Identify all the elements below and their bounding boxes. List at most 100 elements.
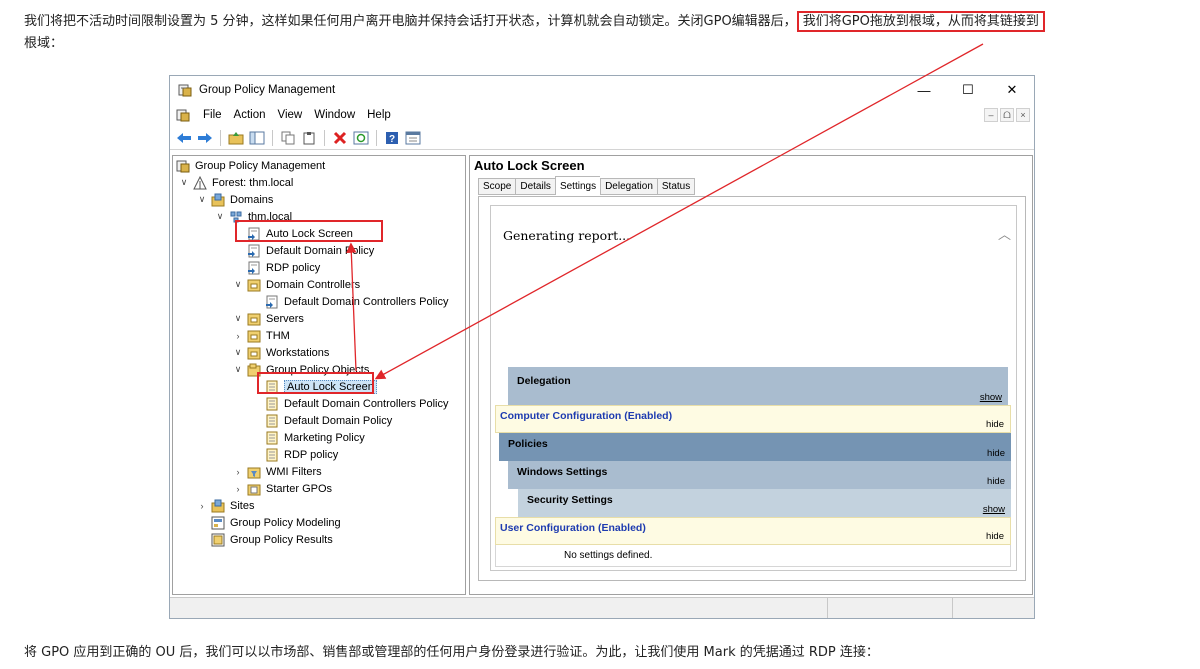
expand-chevron-icon[interactable]: ∨ <box>196 194 208 205</box>
hide-link[interactable]: hide <box>986 531 1004 542</box>
section-label: Policies <box>508 438 548 450</box>
forward-arrow-icon[interactable] <box>196 129 214 147</box>
mdi-close-button[interactable]: × <box>1016 108 1030 122</box>
collapse-chevron-icon[interactable]: › <box>232 467 244 477</box>
show-hide-tree-icon[interactable] <box>248 129 266 147</box>
gpo-icon <box>265 448 279 462</box>
paragraph-text-continued: 根域： <box>24 36 64 51</box>
maximize-button[interactable]: ☐ <box>946 76 990 104</box>
tab-scope[interactable]: Scope <box>478 178 516 195</box>
expand-chevron-icon[interactable]: ∨ <box>178 177 190 188</box>
tab-strip: Scope Details Settings Delegation Status <box>478 176 696 195</box>
show-link[interactable]: show <box>980 392 1002 403</box>
tree-item-sites[interactable]: › Sites <box>196 497 254 514</box>
gpo-folder-icon <box>247 363 261 377</box>
show-link[interactable]: show <box>983 504 1005 515</box>
properties-icon[interactable] <box>404 129 422 147</box>
expand-chevron-icon[interactable]: ∨ <box>232 313 244 324</box>
hide-link[interactable]: hide <box>986 419 1004 430</box>
menu-window[interactable]: Window <box>308 109 361 121</box>
tree-label: Starter GPOs <box>266 482 333 495</box>
tree-item-forest[interactable]: ∨ Forest: thm.local <box>178 174 293 191</box>
tab-status[interactable]: Status <box>656 178 696 195</box>
settings-report[interactable]: Generating report... ︿ Delegation show C… <box>490 205 1017 571</box>
collapse-chevron-icon[interactable]: › <box>196 501 208 511</box>
gpo-title: Auto Lock Screen <box>474 158 585 173</box>
tree-item-linked-auto-lock-screen[interactable]: Auto Lock Screen <box>247 225 353 242</box>
collapse-chevron-icon[interactable]: › <box>232 331 244 341</box>
user-config-body: No settings defined. <box>495 545 1011 567</box>
tree-item-linked-dc-policy[interactable]: Default Domain Controllers Policy <box>265 293 448 310</box>
status-pane-3 <box>953 598 1032 618</box>
tree-item-linked-rdp-policy[interactable]: RDP policy <box>247 259 320 276</box>
tree-item-results[interactable]: Group Policy Results <box>211 531 333 548</box>
tab-settings[interactable]: Settings <box>554 176 601 195</box>
tree-item-gpo-dc-policy[interactable]: Default Domain Controllers Policy <box>265 395 448 412</box>
back-arrow-icon[interactable] <box>175 129 193 147</box>
results-icon <box>211 533 225 547</box>
tree-item-gpo-auto-lock-screen[interactable]: Auto Lock Screen <box>265 378 377 395</box>
expand-chevron-icon[interactable]: ∨ <box>232 279 244 290</box>
tree-item-modeling[interactable]: Group Policy Modeling <box>211 514 341 531</box>
menu-file[interactable]: File <box>197 109 228 121</box>
tree-item-starter-gpos[interactable]: › Starter GPOs <box>232 480 332 497</box>
expand-chevron-icon[interactable]: ∨ <box>232 364 244 375</box>
tab-details[interactable]: Details <box>515 178 555 195</box>
copy-icon[interactable] <box>279 129 297 147</box>
gpo-link-icon <box>247 227 261 241</box>
gpm-window: Group Policy Management — ☐ ✕ File Actio… <box>169 75 1035 619</box>
menu-help[interactable]: Help <box>361 109 397 121</box>
hide-link[interactable]: hide <box>987 476 1005 487</box>
gpm-app-icon <box>178 83 192 97</box>
tree-item-gpo-container[interactable]: ∨ Group Policy Objects <box>232 361 369 378</box>
paste-icon[interactable] <box>300 129 318 147</box>
expand-chevron-icon[interactable]: ∨ <box>232 347 244 358</box>
tree-item-gpo-rdp-policy[interactable]: RDP policy <box>265 446 338 463</box>
tree-item-ou-servers[interactable]: ∨ Servers <box>232 310 304 327</box>
tree-label: Group Policy Management <box>195 159 326 172</box>
mdi-minimize-button[interactable]: – <box>984 108 998 122</box>
status-bar <box>170 597 1034 618</box>
ou-folder-icon <box>247 278 261 292</box>
tab-delegation[interactable]: Delegation <box>600 178 657 195</box>
close-button[interactable]: ✕ <box>990 76 1034 104</box>
tree-item-ou-thm[interactable]: › THM <box>232 327 290 344</box>
toolbar: ? <box>170 126 1034 150</box>
menu-bar: File Action View Window Help – ᗝ × <box>170 104 1034 126</box>
tree-item-linked-default-domain-policy[interactable]: Default Domain Policy <box>247 242 374 259</box>
menu-action[interactable]: Action <box>228 109 272 121</box>
tree-label: Marketing Policy <box>284 431 365 444</box>
hide-link[interactable]: hide <box>987 448 1005 459</box>
status-pane-main <box>170 598 828 618</box>
tree-label: Default Domain Controllers Policy <box>284 295 449 308</box>
minimize-button[interactable]: — <box>902 76 946 104</box>
expand-chevron-icon[interactable]: ∨ <box>214 211 226 222</box>
gpo-link-icon <box>247 244 261 258</box>
tree-label-selected: Auto Lock Screen <box>284 379 377 394</box>
tree-label: Default Domain Controllers Policy <box>284 397 449 410</box>
help-icon[interactable]: ? <box>383 129 401 147</box>
gpo-icon <box>265 414 279 428</box>
tree-label: Group Policy Results <box>230 533 333 546</box>
tree-label: Default Domain Policy <box>266 244 375 257</box>
collapse-chevron-icon[interactable]: › <box>232 484 244 494</box>
refresh-icon[interactable] <box>352 129 370 147</box>
tree-item-wmi-filters[interactable]: › WMI Filters <box>232 463 322 480</box>
tree-item-gpo-default-domain-policy[interactable]: Default Domain Policy <box>265 412 392 429</box>
menu-view[interactable]: View <box>272 109 309 121</box>
tree-item-domains[interactable]: ∨ Domains <box>196 191 273 208</box>
ou-folder-icon <box>247 346 261 360</box>
mdi-restore-button[interactable]: ᗝ <box>1000 108 1014 122</box>
tree-item-gpo-marketing-policy[interactable]: Marketing Policy <box>265 429 365 446</box>
tree-item-ou-workstations[interactable]: ∨ Workstations <box>232 344 329 361</box>
delete-icon[interactable] <box>331 129 349 147</box>
tree-item-gpm-root[interactable]: Group Policy Management <box>176 157 325 174</box>
tree-item-domain[interactable]: ∨ thm.local <box>214 208 292 225</box>
tree-label: Domains <box>230 193 274 206</box>
status-pane-2 <box>828 598 953 618</box>
settings-tab-body: Generating report... ︿ Delegation show C… <box>478 196 1026 581</box>
scroll-up-icon[interactable]: ︿ <box>998 224 1011 243</box>
up-folder-icon[interactable] <box>227 129 245 147</box>
tree-item-ou-domain-controllers[interactable]: ∨ Domain Controllers <box>232 276 360 293</box>
tree-label: WMI Filters <box>266 465 322 478</box>
